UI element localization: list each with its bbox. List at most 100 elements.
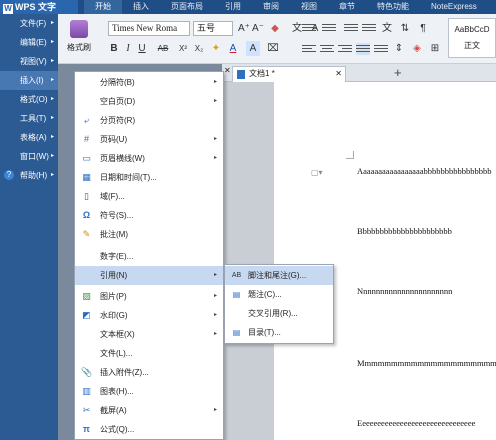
- menu-help[interactable]: ? 帮助(H) ▸: [0, 166, 58, 185]
- tab-references[interactable]: 引用: [214, 0, 252, 14]
- strikethrough-button[interactable]: AB: [154, 41, 172, 56]
- distributed-icon[interactable]: [374, 43, 388, 55]
- reference-icon: [81, 270, 92, 281]
- new-tab-button[interactable]: +: [394, 64, 402, 81]
- menu-item-page-number[interactable]: # 页码(U) ▸: [75, 130, 223, 149]
- textbox-icon: [81, 329, 92, 340]
- menu-item-comment[interactable]: ✎ 批注(M): [75, 225, 223, 244]
- menu-item-caption[interactable]: ▤ 题注(C)...: [225, 285, 333, 304]
- close-tab-icon[interactable]: ✕: [335, 67, 342, 81]
- menu-item-label: 页码(U): [100, 135, 128, 144]
- align-center-icon[interactable]: [320, 43, 334, 55]
- submenu-arrow-icon: ▸: [50, 20, 54, 26]
- doc-line[interactable]: Eeeeeeeeeeeeeeeeeeeeeeeeeeeeeee: [357, 418, 496, 428]
- calendar-icon: ▦: [82, 172, 91, 182]
- menu-table[interactable]: 表格(A) ▸: [0, 128, 58, 147]
- show-marks-icon[interactable]: ¶: [416, 21, 430, 36]
- menu-item-header-line[interactable]: ▭ 页眉横线(W) ▸: [75, 149, 223, 168]
- doc-line[interactable]: Mmmmmmmmmmmmmmmmmmmmmmm: [357, 358, 496, 368]
- char-shading-icon[interactable]: ⌧: [266, 41, 280, 56]
- sort-icon[interactable]: ⇅: [398, 21, 412, 36]
- indent-decrease-icon[interactable]: [344, 22, 358, 34]
- menu-edit[interactable]: 编辑(E) ▸: [0, 33, 58, 52]
- tab-home[interactable]: 开始: [84, 0, 122, 14]
- tab-page-layout[interactable]: 页面布局: [160, 0, 214, 14]
- menu-item-label: 图片(P): [100, 292, 127, 301]
- doc-line[interactable]: Bbbbbbbbbbbbbbbbbbbbbb: [357, 226, 496, 236]
- grow-font-button[interactable]: A⁺: [238, 21, 250, 36]
- menu-item-toc[interactable]: ▤ 目录(T)...: [225, 323, 333, 342]
- bullets-icon[interactable]: [302, 22, 316, 34]
- document-page[interactable]: [274, 82, 496, 440]
- menu-item-blank-page[interactable]: 空白页(D) ▸: [75, 92, 223, 111]
- numbering-icon[interactable]: [322, 22, 336, 34]
- menu-item-chart[interactable]: ▥ 图表(H)...: [75, 382, 223, 401]
- align-right-icon[interactable]: [338, 43, 352, 55]
- font-size-select[interactable]: 五号: [193, 21, 233, 36]
- font-name-select[interactable]: Times New Roma: [108, 21, 190, 36]
- chinese-layout-icon[interactable]: 文: [380, 21, 394, 36]
- submenu-arrow-icon: ▸: [213, 136, 217, 142]
- menu-item-footnote[interactable]: AB 脚注和尾注(G)...: [225, 266, 333, 285]
- underline-button[interactable]: U: [136, 41, 148, 56]
- menu-item-number[interactable]: 数字(E)...: [75, 247, 223, 266]
- italic-button[interactable]: I: [122, 41, 134, 56]
- menu-insert[interactable]: 插入(I) ▸: [0, 71, 58, 90]
- close-all-icon[interactable]: ✕: [224, 66, 231, 75]
- text-effect-icon[interactable]: ✦: [210, 41, 222, 56]
- shrink-font-button[interactable]: A⁻: [252, 21, 264, 36]
- menu-window-label: 窗口(W): [20, 152, 49, 161]
- menu-item-reference[interactable]: 引用(N) ▸: [75, 266, 223, 285]
- wps-logo-icon: W: [3, 4, 13, 14]
- paragraph-handle-icon[interactable]: ▢▾: [311, 168, 323, 177]
- bold-button[interactable]: B: [108, 41, 120, 56]
- style-normal[interactable]: AaBbCcD 正文: [448, 18, 496, 58]
- wps-logo-menu[interactable]: W WPS 文字: [0, 0, 78, 14]
- menu-item-symbol[interactable]: Ω 符号(S)...: [75, 206, 223, 225]
- menu-item-formula[interactable]: π 公式(Q)...: [75, 420, 223, 439]
- section-break-icon: [81, 77, 92, 88]
- menu-item-watermark[interactable]: ◩ 水印(G) ▸: [75, 306, 223, 325]
- style-sample: AaBbCcD: [454, 25, 490, 34]
- menu-item-textbox[interactable]: 文本框(X) ▸: [75, 325, 223, 344]
- shading-icon[interactable]: ◈: [410, 41, 424, 56]
- menu-item-file[interactable]: 文件(L)...: [75, 344, 223, 363]
- menu-item-date-time[interactable]: ▦ 日期和时间(T)...: [75, 168, 223, 187]
- tab-insert[interactable]: 插入: [122, 0, 160, 14]
- app-name: WPS 文字: [15, 2, 57, 12]
- borders-icon[interactable]: ⊞: [428, 41, 442, 56]
- menu-item-screenshot[interactable]: ✂ 截屏(A) ▸: [75, 401, 223, 420]
- align-left-icon[interactable]: [302, 43, 316, 55]
- indent-increase-icon[interactable]: [362, 22, 376, 34]
- menu-item-label: 批注(M): [100, 230, 128, 239]
- tab-view[interactable]: 视图: [290, 0, 328, 14]
- menu-item-attachment[interactable]: 📎 插入附件(Z)...: [75, 363, 223, 382]
- menu-item-field[interactable]: ▯ 域(F)...: [75, 187, 223, 206]
- format-painter-button[interactable]: 格式刷: [62, 20, 96, 53]
- menu-item-label: 分页符(R): [100, 116, 136, 125]
- highlight-icon[interactable]: A: [246, 41, 260, 56]
- menu-format[interactable]: 格式(O) ▸: [0, 90, 58, 109]
- justify-icon[interactable]: [356, 43, 370, 55]
- document-tab[interactable]: 文档1 * ✕: [232, 66, 346, 82]
- menu-window[interactable]: 窗口(W) ▸: [0, 147, 58, 166]
- menu-view[interactable]: 视图(V) ▸: [0, 52, 58, 71]
- doc-line[interactable]: Aaaaaaaaaaaaaaaaabbbbbbbbbbbbbbbb: [357, 166, 496, 176]
- menu-item-page-break[interactable]: ⤶ 分页符(R): [75, 111, 223, 130]
- menu-item-section-break[interactable]: 分隔符(B) ▸: [75, 73, 223, 92]
- clear-format-icon[interactable]: ◆: [268, 21, 282, 36]
- menu-item-cross-reference[interactable]: 交叉引用(R)...: [225, 304, 333, 323]
- doc-line[interactable]: Nnnnnnnnnnnnnnnnnnnnnn: [357, 286, 496, 296]
- font-color-button[interactable]: A: [226, 41, 240, 56]
- menu-file[interactable]: 文件(F) ▸: [0, 14, 58, 33]
- menu-tools[interactable]: 工具(T) ▸: [0, 109, 58, 128]
- tab-review[interactable]: 审阅: [252, 0, 290, 14]
- tab-features[interactable]: 特色功能: [366, 0, 420, 14]
- subscript-button[interactable]: X₂: [192, 41, 206, 56]
- tab-chapter[interactable]: 章节: [328, 0, 366, 14]
- tab-noteexpress[interactable]: NoteExpress: [420, 0, 488, 14]
- menu-view-label: 视图(V): [20, 57, 47, 66]
- line-spacing-icon[interactable]: ⇕: [392, 41, 406, 56]
- menu-item-picture[interactable]: ▨ 图片(P) ▸: [75, 287, 223, 306]
- superscript-button[interactable]: X²: [176, 41, 190, 56]
